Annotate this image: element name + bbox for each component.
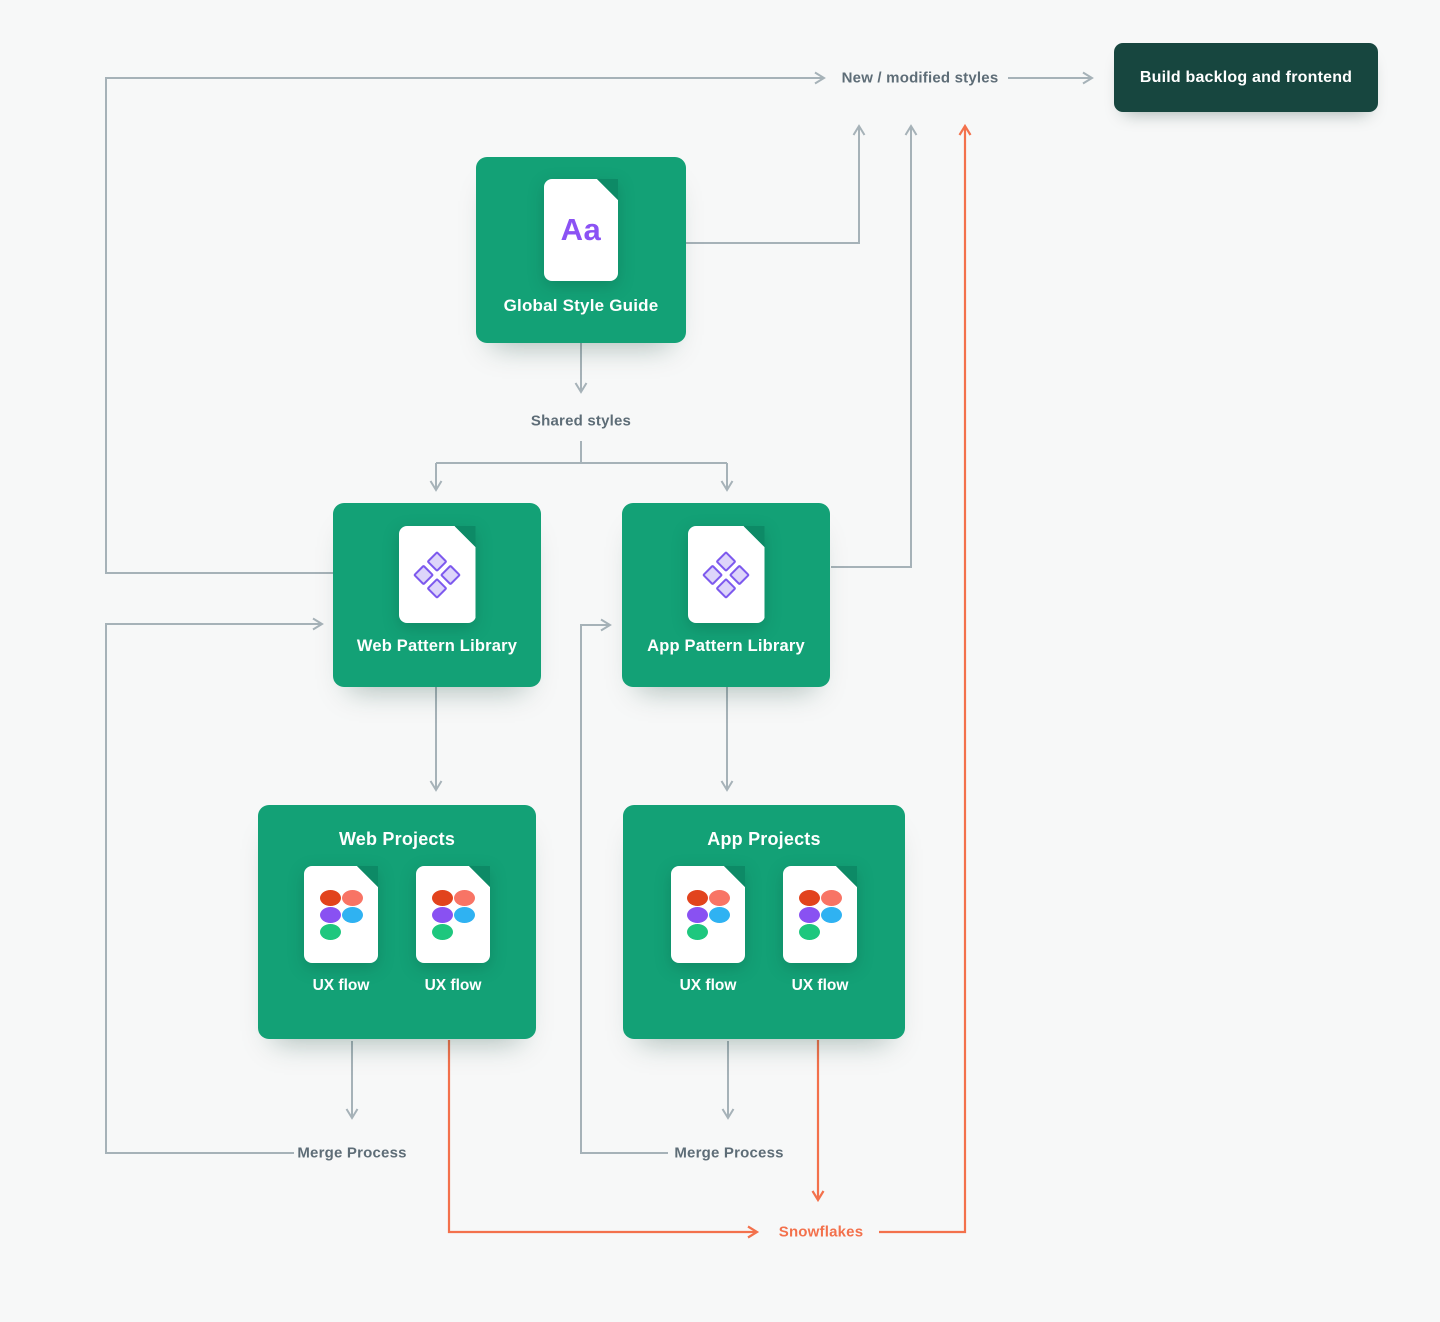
ux-flow-doc: UX flow [671, 866, 745, 995]
node-label: Build backlog and frontend [1140, 69, 1352, 87]
edge-global-style-guide-up [686, 126, 859, 243]
figma-document-icon [671, 866, 745, 963]
figma-logo-icon [687, 890, 730, 940]
doc-label: UX flow [313, 977, 370, 995]
ux-flow-doc: UX flow [416, 866, 490, 995]
edge-label-new-modified-styles: New / modified styles [842, 70, 999, 87]
edge-snowflakes-up [879, 126, 965, 1232]
node-title: Web Projects [339, 829, 455, 850]
diamond-cluster-icon [702, 550, 750, 598]
page-fold [744, 526, 765, 547]
node-title: App Projects [707, 829, 820, 850]
figma-logo-icon [432, 890, 475, 940]
page-fold [836, 866, 857, 887]
diamond-cluster-icon [413, 550, 461, 598]
text-style-document-icon: Aa [544, 179, 618, 281]
pattern-document-icon [399, 526, 476, 623]
edge-label-snowflakes: Snowflakes [779, 1224, 864, 1241]
page-fold [455, 526, 476, 547]
page-fold [597, 179, 618, 200]
figma-document-icon [416, 866, 490, 963]
node-web-projects[interactable]: Web Projects UX flow [258, 805, 536, 1039]
node-app-pattern-library[interactable]: App Pattern Library [622, 503, 830, 687]
node-global-style-guide[interactable]: Aa Global Style Guide [476, 157, 686, 343]
edge-label-merge-process-web: Merge Process [297, 1145, 406, 1162]
figma-document-icon [304, 866, 378, 963]
edge-label-shared-styles: Shared styles [531, 413, 631, 430]
node-label: App Pattern Library [647, 637, 805, 656]
node-label: Global Style Guide [504, 296, 659, 316]
doc-label: UX flow [425, 977, 482, 995]
edge-web-pattern-to-new-styles [106, 78, 824, 573]
node-label: Web Pattern Library [357, 637, 517, 656]
edge-label-merge-process-app: Merge Process [674, 1145, 783, 1162]
ux-flow-doc: UX flow [783, 866, 857, 995]
doc-label: UX flow [680, 977, 737, 995]
edge-web-uxflow-to-snowflakes [449, 1040, 757, 1232]
page-fold [357, 866, 378, 887]
node-app-projects[interactable]: App Projects UX flow [623, 805, 905, 1039]
page-fold [724, 866, 745, 887]
page-fold [469, 866, 490, 887]
ux-flow-doc: UX flow [304, 866, 378, 995]
edge-app-pattern-library-up [831, 126, 911, 567]
aa-glyph: Aa [561, 212, 602, 248]
node-web-pattern-library[interactable]: Web Pattern Library [333, 503, 541, 687]
figma-logo-icon [320, 890, 363, 940]
figma-document-icon [783, 866, 857, 963]
pattern-document-icon [688, 526, 765, 623]
doc-label: UX flow [792, 977, 849, 995]
node-build-backlog[interactable]: Build backlog and frontend [1114, 43, 1378, 112]
design-system-flow-diagram: Aa Global Style Guide Web Pattern Librar… [0, 0, 1440, 1322]
figma-logo-icon [799, 890, 842, 940]
